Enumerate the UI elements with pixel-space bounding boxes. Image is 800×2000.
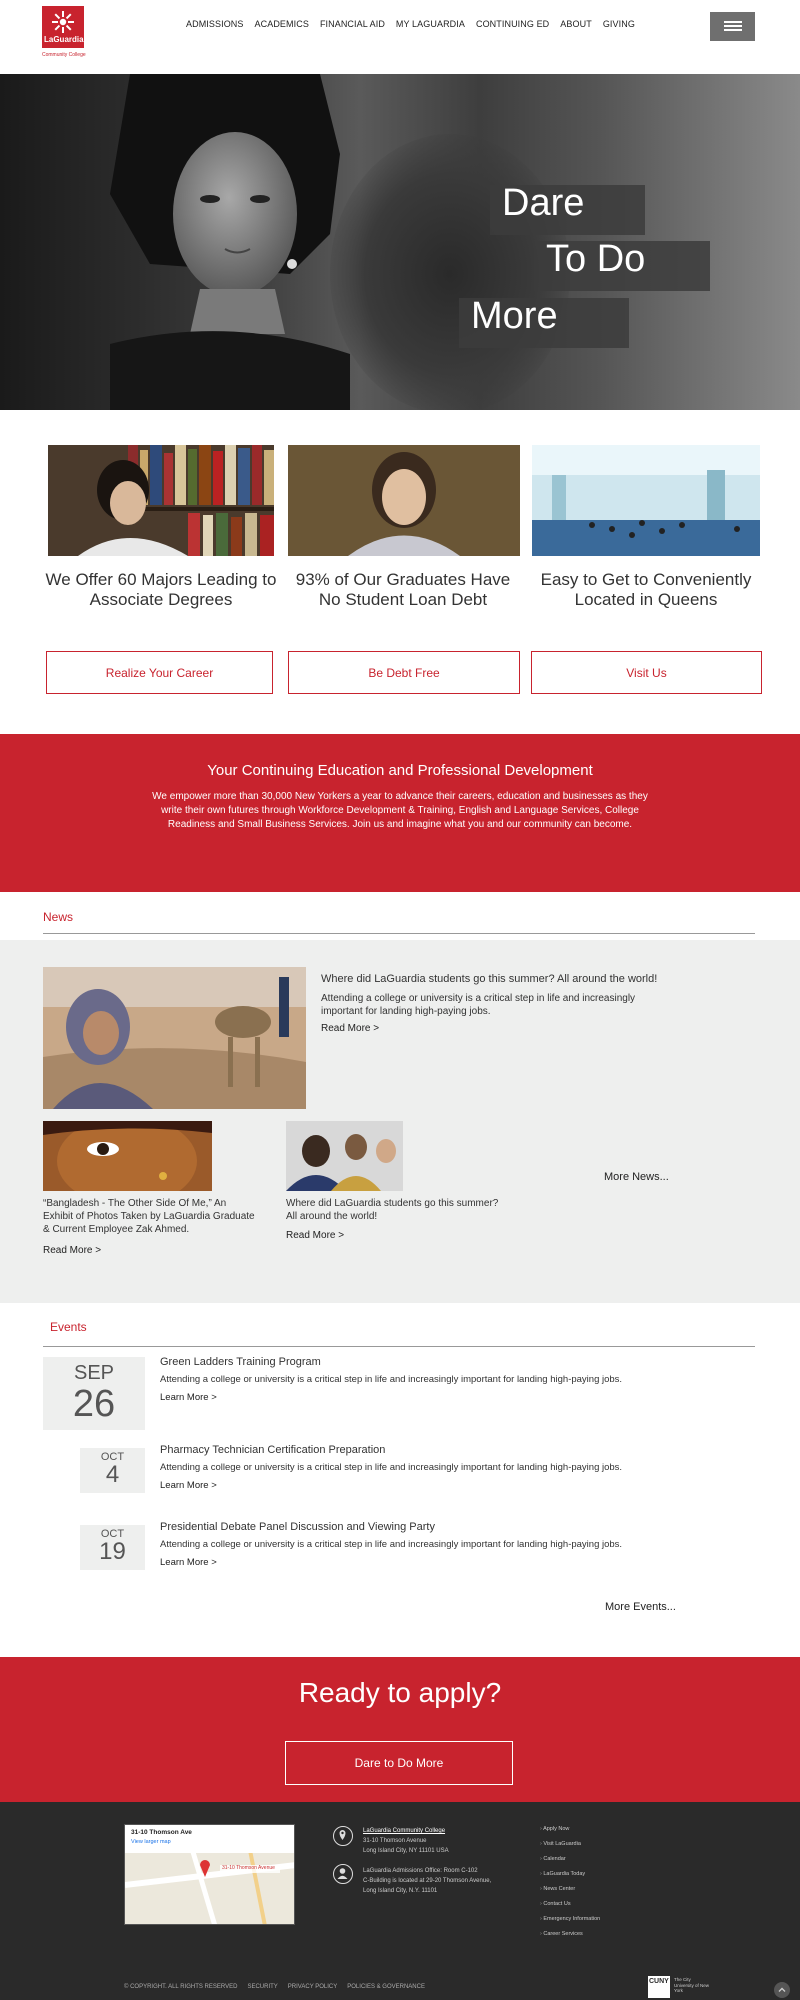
- dare-to-do-more-button[interactable]: Dare to Do More: [285, 1741, 513, 1785]
- logo-text: LaGuardia: [44, 35, 84, 44]
- feature-title-location: Easy to Get to Conveniently Located in Q…: [540, 570, 752, 609]
- copyright-text: © COPYRIGHT. ALL RIGHTS RESERVED: [124, 1984, 238, 1990]
- user-icon: [333, 1864, 353, 1884]
- feature-title-debt: 93% of Our Graduates Have No Student Loa…: [295, 570, 511, 609]
- location-pin-icon: [333, 1826, 353, 1846]
- site-footer: 31-10 Thomson Ave View larger map 31-10 …: [0, 1802, 800, 2000]
- apply-banner: Ready to apply? Dare to Do More: [0, 1657, 800, 1802]
- news-item-2-read-more[interactable]: Read More >: [286, 1230, 344, 1241]
- more-news-link[interactable]: More News...: [604, 1171, 669, 1183]
- event-desc-3: Attending a college or university is a c…: [160, 1539, 623, 1550]
- college-name-link[interactable]: LaGuardia Community College: [363, 1826, 449, 1836]
- logo-subtitle: Community College: [42, 52, 86, 58]
- feature-title-majors: We Offer 60 Majors Leading to Associate …: [45, 570, 277, 609]
- be-debt-free-button[interactable]: Be Debt Free: [288, 651, 520, 694]
- footer-legal: © COPYRIGHT. ALL RIGHTS RESERVED SECURIT…: [124, 1984, 425, 1990]
- footer-link-emergency[interactable]: Emergency Information: [540, 1916, 600, 1931]
- map-larger-link[interactable]: View larger map: [131, 1839, 171, 1845]
- address-line-2: Long Island City, NY 11101 USA: [363, 1848, 449, 1854]
- hero-student-photo: [110, 74, 350, 410]
- nav-admissions[interactable]: ADMISSIONS: [186, 19, 244, 29]
- news-item-1-title[interactable]: “Bangladesh - The Other Side Of Me,” An …: [43, 1197, 258, 1236]
- college-address: LaGuardia Community College 31-10 Thomso…: [363, 1826, 449, 1856]
- address-line-1: 31-10 Thomson Avenue: [363, 1838, 427, 1844]
- hamburger-icon[interactable]: [710, 12, 755, 41]
- events-heading: Events: [50, 1320, 87, 1334]
- nav-academics[interactable]: ACADEMICS: [255, 19, 309, 29]
- policies-governance-link[interactable]: POLICIES & GOVERNANCE: [347, 1984, 425, 1990]
- news-item-2-title[interactable]: Where did LaGuardia students go this sum…: [286, 1197, 506, 1223]
- event-month-1: SEP: [73, 1362, 115, 1384]
- hero-tagline-1: Dare: [502, 182, 585, 224]
- map-pin-label: 31-10 Thomson Avenue: [222, 1865, 275, 1871]
- footer-link-careers[interactable]: Career Services: [540, 1931, 600, 1946]
- events-divider: [43, 1346, 755, 1347]
- event-title-1[interactable]: Green Ladders Training Program: [160, 1356, 321, 1368]
- nav-my-laguardia[interactable]: MY LAGUARDIA: [396, 19, 465, 29]
- campus-atrium-photo: [532, 445, 760, 556]
- hero-tagline-2: To Do: [546, 238, 646, 280]
- nav-giving[interactable]: GIVING: [603, 19, 635, 29]
- cuny-text: The City University of New York: [674, 1977, 710, 1993]
- news-item-1-read-more[interactable]: Read More >: [43, 1245, 101, 1256]
- event-date-3: OCT 19: [80, 1525, 145, 1570]
- admissions-line-3: Long Island City, N.Y. 11101: [363, 1888, 438, 1894]
- security-link[interactable]: SECURITY: [247, 1984, 277, 1990]
- footer-link-contact[interactable]: Contact Us: [540, 1901, 600, 1916]
- hero-banner: Dare To Do More: [0, 74, 800, 410]
- campus-map[interactable]: 31-10 Thomson Ave View larger map 31-10 …: [124, 1824, 295, 1925]
- event-title-3[interactable]: Presidential Debate Panel Discussion and…: [160, 1521, 435, 1533]
- news-featured-body: Attending a college or university is a c…: [321, 993, 636, 1017]
- footer-link-calendar[interactable]: Calendar: [540, 1856, 600, 1871]
- nav-about[interactable]: ABOUT: [560, 19, 592, 29]
- event-day-1: 26: [72, 1383, 116, 1425]
- laguardia-logo[interactable]: LaGuardia: [42, 6, 84, 48]
- event-learn-more-1[interactable]: Learn More >: [160, 1392, 217, 1403]
- event-day-2: 4: [105, 1461, 120, 1488]
- continuing-ed-body: We empower more than 30,000 New Yorkers …: [152, 791, 648, 830]
- event-learn-more-2[interactable]: Learn More >: [160, 1480, 217, 1491]
- news-item-1-photo[interactable]: [43, 1121, 212, 1191]
- event-date-1: SEP 26: [43, 1357, 145, 1430]
- nav-financial-aid[interactable]: FINANCIAL AID: [320, 19, 385, 29]
- news-featured-photo[interactable]: [43, 967, 306, 1109]
- footer-link-visit[interactable]: Visit LaGuardia: [540, 1841, 600, 1856]
- visit-us-button[interactable]: Visit Us: [531, 651, 762, 694]
- news-divider: [43, 933, 755, 934]
- event-learn-more-3[interactable]: Learn More >: [160, 1557, 217, 1568]
- cuny-mark: CUNY: [648, 1976, 670, 1998]
- footer-links: Apply Now Visit LaGuardia Calendar LaGua…: [540, 1826, 600, 1946]
- event-day-3: 19: [99, 1538, 126, 1565]
- footer-link-today[interactable]: LaGuardia Today: [540, 1871, 600, 1886]
- news-featured-read-more[interactable]: Read More >: [321, 1023, 379, 1034]
- footer-link-apply-now[interactable]: Apply Now: [540, 1826, 600, 1841]
- news-heading: News: [43, 910, 74, 924]
- graduate-photo: [288, 445, 520, 556]
- realize-career-button[interactable]: Realize Your Career: [46, 651, 273, 694]
- admissions-address: LaGuardia Admissions Office: Room C-102 …: [363, 1866, 491, 1896]
- apply-title: Ready to apply?: [298, 1677, 502, 1708]
- back-to-top-icon[interactable]: [774, 1982, 790, 1998]
- continuing-ed-title: Your Continuing Education and Profession…: [207, 762, 593, 779]
- event-title-2[interactable]: Pharmacy Technician Certification Prepar…: [160, 1444, 385, 1456]
- news-item-2-photo[interactable]: [286, 1121, 403, 1191]
- privacy-policy-link[interactable]: PRIVACY POLICY: [288, 1984, 337, 1990]
- main-nav: ADMISSIONS ACADEMICS FINANCIAL AID MY LA…: [186, 19, 646, 29]
- nav-continuing-ed[interactable]: CONTINUING ED: [476, 19, 549, 29]
- sunburst-icon: [52, 11, 74, 33]
- footer-link-news-center[interactable]: News Center: [540, 1886, 600, 1901]
- event-desc-1: Attending a college or university is a c…: [160, 1374, 623, 1385]
- admissions-line-2: C-Building is located at 29-20 Thomson A…: [363, 1878, 492, 1884]
- site-header: LaGuardia Community College ADMISSIONS A…: [0, 0, 800, 74]
- map-title: 31-10 Thomson Ave: [131, 1829, 192, 1836]
- event-desc-2: Attending a college or university is a c…: [160, 1462, 623, 1473]
- hero-tagline-3: More: [471, 295, 558, 337]
- news-featured-title[interactable]: Where did LaGuardia students go this sum…: [321, 973, 657, 985]
- library-photo: [48, 445, 274, 556]
- more-events-link[interactable]: More Events...: [605, 1601, 676, 1613]
- admissions-line-1: LaGuardia Admissions Office: Room C-102: [363, 1868, 478, 1874]
- event-date-2: OCT 4: [80, 1448, 145, 1493]
- continuing-ed-banner: Your Continuing Education and Profession…: [0, 734, 800, 892]
